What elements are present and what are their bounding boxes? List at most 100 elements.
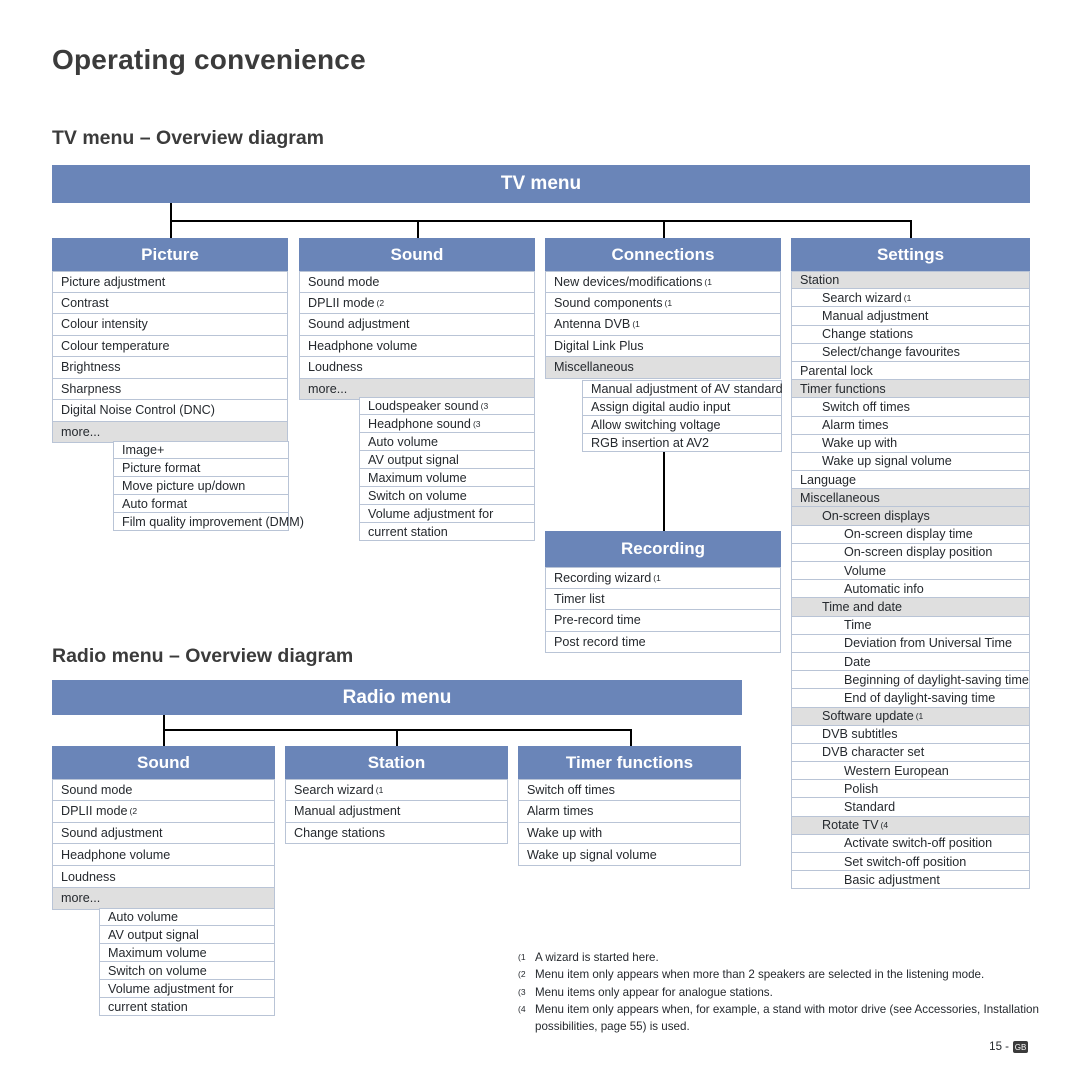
picture-item: Digital Noise Control (DNC) — [52, 400, 288, 422]
radio-sound-item: Sound mode — [52, 779, 275, 801]
tv-connections-header: Connections — [545, 238, 781, 271]
settings-item-label: Automatic info — [844, 581, 924, 596]
radio-sound-sub-list: Auto volume AV output signal Maximum volum… — [99, 908, 275, 1016]
sound-sub-item: Loudspeaker sound (3 — [359, 397, 535, 415]
radio-station-item: Manual adjustment — [285, 800, 508, 823]
radio-station-item: Change stations — [285, 822, 508, 845]
picture-item: Brightness — [52, 357, 288, 379]
connections-sub-item-label: RGB insertion at AV2 — [591, 435, 710, 450]
settings-item-label: Date — [844, 654, 871, 669]
recording-item-footnote-mark: (1 — [653, 572, 661, 583]
picture-sub-item-label: Picture format — [122, 460, 201, 475]
picture-item: Sharpness — [52, 378, 288, 400]
settings-item-label: Volume — [844, 563, 887, 578]
picture-sub-item: Image+ — [113, 441, 289, 459]
picture-item: Colour intensity — [52, 314, 288, 336]
sound-sub-item: Switch on volume — [359, 487, 535, 505]
picture-item-label: more... — [61, 424, 101, 439]
picture-sub-item: Film quality improvement (DMM) — [113, 513, 304, 531]
sound-item-label: Headphone volume — [308, 338, 418, 353]
picture-item-label: Contrast — [61, 295, 109, 310]
radio-station-item-label: Manual adjustment — [294, 804, 401, 819]
settings-item: Polish — [791, 780, 1030, 799]
sound-sub-item: Headphone sound (3 — [359, 415, 535, 433]
footnote-row: (2 Menu item only appears when more than … — [518, 967, 1063, 984]
settings-item-footnote-mark: (1 — [903, 292, 912, 303]
document-page: Operating convenience TV menu – Overview… — [0, 0, 1080, 1080]
recording-item: Recording wizard (1 — [545, 567, 781, 589]
radio-sound-item: DPLII mode (2 — [52, 800, 275, 823]
settings-item-label: Station — [800, 273, 840, 288]
sound-item-label: Sound mode — [308, 274, 380, 289]
page-number-text: 15 - — [989, 1041, 1009, 1053]
picture-item: Contrast — [52, 292, 288, 314]
connector-radio-sound — [163, 729, 165, 746]
sound-sub-item: Auto volume — [359, 433, 535, 451]
sound-sub-item-footnote-mark: (3 — [480, 401, 489, 411]
picture-item-label: Brightness — [61, 360, 121, 375]
settings-item: Station — [791, 271, 1030, 290]
picture-item-label: Sharpness — [61, 381, 122, 396]
tv-picture-sub-list: Image+ Picture format Move picture up/down… — [113, 441, 304, 531]
tv-recording-header: Recording — [545, 531, 781, 567]
settings-item: Software update (1 — [791, 707, 1030, 726]
connections-item-footnote-mark: (1 — [632, 319, 640, 330]
tv-sound-sub-list: Loudspeaker sound (3 Headphone sound (3 Auto… — [359, 397, 535, 541]
connections-item-label: Sound components — [554, 295, 663, 310]
connector-tv-picture — [170, 220, 172, 238]
radio-sound-sub-item-label: current station — [108, 999, 188, 1014]
connector-radio-root-stub — [163, 715, 165, 729]
radio-sound-item-label: Sound adjustment — [61, 825, 163, 840]
settings-item-label: Wake up signal volume — [822, 454, 952, 469]
settings-item: Western European — [791, 762, 1030, 781]
settings-item: Wake up signal volume — [791, 452, 1030, 472]
settings-item-label: Deviation from Universal Time — [844, 636, 1012, 651]
picture-item-label: Digital Noise Control (DNC) — [61, 403, 215, 418]
settings-item-label: On-screen displays — [822, 509, 930, 524]
tv-recording-list: Recording wizard (1 Timer list Pre-record t… — [545, 567, 781, 653]
sound-item: Headphone volume — [299, 335, 535, 357]
footnote-row: (1 A wizard is started here. — [518, 950, 1063, 967]
settings-item-label: Activate switch-off position — [844, 836, 993, 851]
settings-item-label: Polish — [844, 781, 879, 796]
settings-item: On-screen display position — [791, 543, 1030, 562]
connections-item-label: Miscellaneous — [554, 360, 634, 375]
footnote-mark: (1 — [518, 952, 526, 962]
settings-item-label: Manual adjustment — [822, 308, 929, 323]
settings-item: Automatic info — [791, 580, 1030, 599]
picture-item: Picture adjustment — [52, 271, 288, 293]
sound-sub-item-label: Loudspeaker sound — [368, 399, 479, 413]
settings-item-footnote-mark: (4 — [880, 820, 889, 831]
settings-item-label: Language — [800, 472, 857, 487]
radio-station-header: Station — [285, 746, 508, 779]
sound-sub-item-label: Volume adjustment for — [368, 506, 494, 521]
settings-item: On-screen display time — [791, 525, 1030, 544]
settings-item-label: Time and date — [822, 599, 903, 614]
sound-sub-item-footnote-mark: (3 — [472, 418, 481, 429]
settings-item: Alarm times — [791, 416, 1030, 435]
radio-sound-item: Headphone volume — [52, 844, 275, 867]
recording-item-label: Recording wizard — [554, 570, 652, 585]
settings-item-label: Parental lock — [800, 363, 873, 378]
radio-menu-root-header: Radio menu — [52, 680, 742, 715]
sound-item-label: DPLII mode — [308, 295, 375, 310]
sound-sub-item-label: Headphone sound — [368, 416, 471, 431]
settings-item: Basic adjustment — [791, 871, 1030, 890]
settings-item-label: DVB subtitles — [822, 727, 898, 742]
radio-section-heading: Radio menu – Overview diagram — [52, 645, 354, 667]
settings-item: Parental lock — [791, 361, 1030, 381]
sound-sub-item: AV output signal — [359, 451, 535, 469]
radio-station-item-label: Change stations — [294, 825, 386, 840]
sound-sub-item: Maximum volume — [359, 469, 535, 487]
radio-sound-sub-item: Auto volume — [99, 908, 275, 926]
settings-item-label: Software update — [822, 709, 914, 724]
settings-item: Deviation from Universal Time — [791, 634, 1030, 653]
radio-sound-item: Sound adjustment — [52, 822, 275, 845]
settings-item-label: Select/change favourites — [822, 345, 960, 360]
picture-sub-item: Auto format — [113, 495, 289, 513]
settings-item-label: Western European — [844, 763, 949, 778]
sound-sub-item-label: current station — [368, 524, 448, 539]
sound-item-label: more... — [308, 381, 348, 396]
settings-item: Standard — [791, 798, 1030, 817]
settings-item: Date — [791, 652, 1030, 672]
